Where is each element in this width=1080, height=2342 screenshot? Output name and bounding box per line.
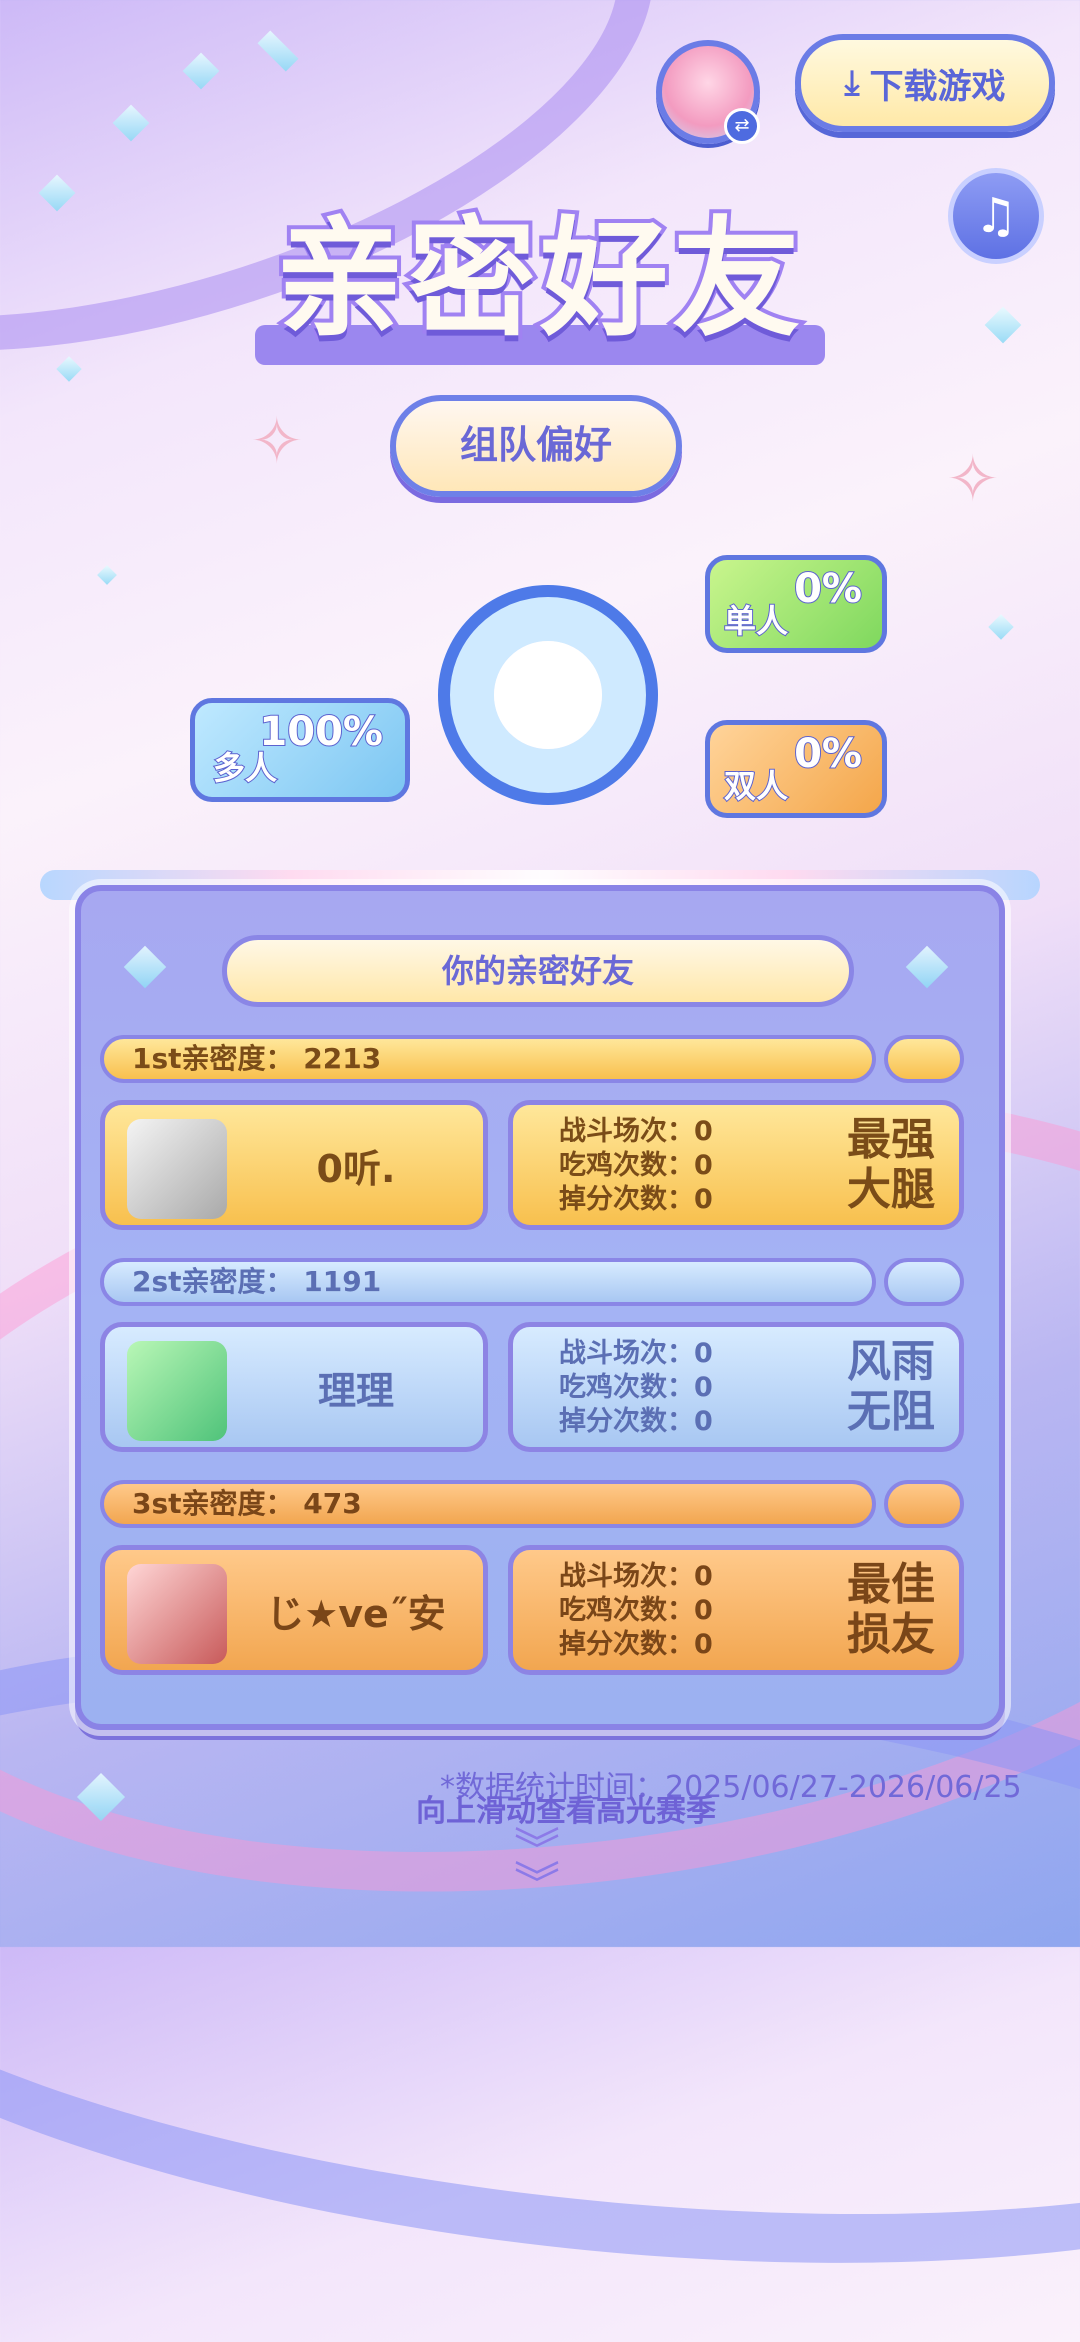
friend-avatar [127, 1119, 227, 1219]
rank-bar-tail [884, 1480, 964, 1528]
multi-label: 多人 [212, 748, 278, 788]
switch-icon: ⇄ [724, 108, 760, 144]
stat-label: 掉分次数： [559, 1184, 694, 1215]
crystal-decoration [182, 52, 220, 90]
double-share-bubble: 0% 双人 [705, 720, 887, 818]
friend-name: 理理 [317, 1368, 394, 1413]
stat-row: 战斗场次：0 [559, 1115, 713, 1149]
team-preference-button[interactable]: 组队偏好 [390, 395, 682, 497]
badge-line: 损友 [847, 1609, 935, 1660]
stat-row: 吃鸡次数：0 [559, 1371, 713, 1405]
crystal-decoration [97, 565, 117, 585]
stat-row: 掉分次数：0 [559, 1628, 713, 1662]
friend-avatar [127, 1341, 227, 1441]
download-icon: ⤓ [844, 63, 860, 103]
stat-row: 吃鸡次数：0 [559, 1594, 713, 1628]
stat-value: 0 [694, 1150, 713, 1181]
friend-stats-card-2: 战斗场次：0 吃鸡次数：0 掉分次数：0 风雨 无阻 [508, 1322, 964, 1452]
stat-value: 0 [694, 1406, 713, 1437]
single-share-bubble: 0% 单人 [705, 555, 887, 653]
single-label: 单人 [723, 601, 789, 641]
rank-bar-tail [884, 1035, 964, 1083]
friend-title-badge: 最强 大腿 [839, 1115, 943, 1215]
badge-line: 大腿 [847, 1164, 935, 1215]
music-note-icon: ♫ [974, 188, 1018, 244]
stat-row: 战斗场次：0 [559, 1560, 713, 1594]
rank-label: 1st亲密度： [132, 1042, 294, 1075]
stat-value: 0 [694, 1338, 713, 1369]
friend-card-2[interactable]: 理理 [100, 1322, 488, 1452]
badge-line: 最强 [847, 1114, 935, 1165]
rank-bar-tail [884, 1258, 964, 1306]
stat-value: 0 [694, 1629, 713, 1660]
intimacy-value: 473 [303, 1487, 362, 1520]
swipe-up-hint[interactable]: 向上滑动查看高光赛季 [416, 1786, 716, 1830]
stat-label: 吃鸡次数： [559, 1595, 694, 1626]
donut-hole [494, 641, 602, 749]
friend-title-badge: 风雨 无阻 [839, 1337, 943, 1437]
intimacy-value: 2213 [303, 1042, 382, 1075]
stat-value: 0 [694, 1372, 713, 1403]
stat-value: 0 [694, 1116, 713, 1147]
crystal-decoration [56, 356, 82, 382]
friend-stats-card-1: 战斗场次：0 吃鸡次数：0 掉分次数：0 最强 大腿 [508, 1100, 964, 1230]
double-percent: 0% [793, 730, 863, 778]
double-label: 双人 [723, 766, 789, 806]
rank-bar-2: 2st亲密度： 1191 [100, 1258, 876, 1306]
stat-value: 0 [694, 1561, 713, 1592]
friend-stats: 战斗场次：0 吃鸡次数：0 掉分次数：0 [559, 1115, 713, 1217]
sparkle-icon: ✧ [946, 443, 1000, 517]
single-percent: 0% [793, 565, 863, 613]
crystal-decoration [38, 174, 76, 212]
stat-label: 吃鸡次数： [559, 1372, 694, 1403]
stat-label: 掉分次数： [559, 1406, 694, 1437]
badge-line: 最佳 [847, 1559, 935, 1610]
intimacy-value: 1191 [303, 1265, 382, 1298]
chevron-down-icon[interactable]: ︾ [514, 1861, 560, 1907]
friend-avatar [127, 1564, 227, 1664]
sparkle-icon: ✧ [250, 405, 304, 479]
friend-stats: 战斗场次：0 吃鸡次数：0 掉分次数：0 [559, 1337, 713, 1439]
crystal-decoration [112, 104, 150, 142]
stat-row: 战斗场次：0 [559, 1337, 713, 1371]
rank-bar-3: 3st亲密度： 473 [100, 1480, 876, 1528]
stat-row: 吃鸡次数：0 [559, 1149, 713, 1183]
friend-stats-card-3: 战斗场次：0 吃鸡次数：0 掉分次数：0 最佳 损友 [508, 1545, 964, 1675]
friend-title-badge: 最佳 损友 [839, 1560, 943, 1660]
badge-line: 无阻 [847, 1386, 935, 1437]
stat-label: 战斗场次： [559, 1116, 694, 1147]
crystal-decoration [76, 1772, 126, 1822]
rank-bar-1: 1st亲密度： 2213 [100, 1035, 876, 1083]
friend-card-3[interactable]: じ★ve˝安 [100, 1545, 488, 1675]
stat-row: 掉分次数：0 [559, 1405, 713, 1439]
stat-label: 战斗场次： [559, 1338, 694, 1369]
download-label: 下载游戏 [869, 66, 1006, 107]
friend-name: じ★ve˝安 [266, 1591, 446, 1636]
rank-label: 2st亲密度： [132, 1265, 294, 1298]
download-game-button[interactable]: ⤓ 下载游戏 [795, 34, 1055, 132]
rank-label: 3st亲密度： [132, 1487, 294, 1520]
profile-avatar[interactable]: ⇄ [656, 40, 760, 144]
music-toggle-button[interactable]: ♫ [948, 168, 1044, 264]
stat-value: 0 [694, 1595, 713, 1626]
crystal-decoration [984, 306, 1022, 344]
page-title-banner: 亲密好友 [255, 201, 825, 365]
multi-share-bubble: 100% 多人 [190, 698, 410, 802]
panel-heading: 你的亲密好友 [222, 935, 854, 1007]
friend-stats: 战斗场次：0 吃鸡次数：0 掉分次数：0 [559, 1560, 713, 1662]
friend-name: 0听. [316, 1146, 396, 1191]
badge-line: 风雨 [847, 1336, 935, 1387]
team-preference-donut [438, 585, 658, 805]
crystal-decoration [988, 614, 1014, 640]
crystal-decoration [257, 30, 299, 72]
page-title: 亲密好友 [272, 201, 804, 358]
stat-row: 掉分次数：0 [559, 1183, 713, 1217]
stat-value: 0 [694, 1184, 713, 1215]
stat-label: 战斗场次： [559, 1561, 694, 1592]
multi-percent: 100% [258, 708, 384, 756]
stat-label: 吃鸡次数： [559, 1150, 694, 1181]
friend-card-1[interactable]: 0听. [100, 1100, 488, 1230]
stat-label: 掉分次数： [559, 1629, 694, 1660]
